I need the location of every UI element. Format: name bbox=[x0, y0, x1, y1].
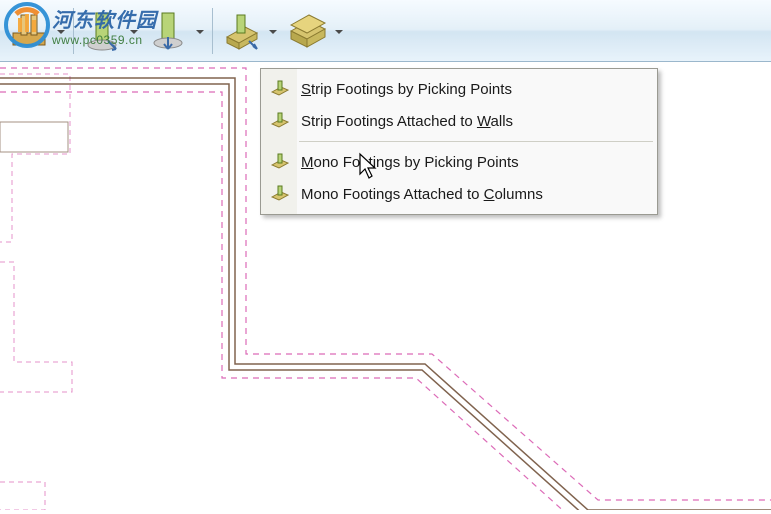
menu-item-label: Mono Footings Attached to Columns bbox=[301, 186, 543, 203]
footing-icon bbox=[269, 78, 291, 100]
tool-1[interactable] bbox=[5, 4, 69, 58]
tool-2[interactable] bbox=[78, 4, 142, 58]
column-icon bbox=[80, 9, 124, 53]
menu-separator bbox=[299, 141, 653, 142]
tool-5[interactable] bbox=[283, 4, 347, 58]
toolbar-separator bbox=[73, 8, 74, 54]
menu-strip-footings-points[interactable]: Strip Footings by Picking Points bbox=[263, 73, 655, 105]
structure-icon bbox=[7, 9, 51, 53]
slab-icon bbox=[285, 9, 329, 53]
footing-icon bbox=[269, 183, 291, 205]
column-down-icon bbox=[146, 9, 190, 53]
tool-footings[interactable] bbox=[217, 4, 281, 58]
menu-mono-footings-points[interactable]: Mono Footings by Picking Points bbox=[263, 146, 655, 178]
menu-strip-footings-walls[interactable]: Strip Footings Attached to Walls bbox=[263, 105, 655, 137]
footing-icon bbox=[269, 110, 291, 132]
footings-dropdown-menu: Strip Footings by Picking Points Strip F… bbox=[260, 68, 658, 215]
chevron-down-icon bbox=[55, 25, 67, 37]
tool-3[interactable] bbox=[144, 4, 208, 58]
toolbar-separator bbox=[212, 8, 213, 54]
menu-mono-footings-columns[interactable]: Mono Footings Attached to Columns bbox=[263, 178, 655, 210]
menu-item-label: Mono Footings by Picking Points bbox=[301, 154, 519, 171]
menu-item-label: Strip Footings Attached to Walls bbox=[301, 113, 513, 130]
chevron-down-icon bbox=[333, 25, 345, 37]
chevron-down-icon bbox=[267, 25, 279, 37]
chevron-down-icon bbox=[194, 25, 206, 37]
toolbar bbox=[0, 0, 771, 62]
menu-item-label: Strip Footings by Picking Points bbox=[301, 81, 512, 98]
footing-icon bbox=[269, 151, 291, 173]
chevron-down-icon bbox=[128, 25, 140, 37]
footing-icon bbox=[219, 9, 263, 53]
